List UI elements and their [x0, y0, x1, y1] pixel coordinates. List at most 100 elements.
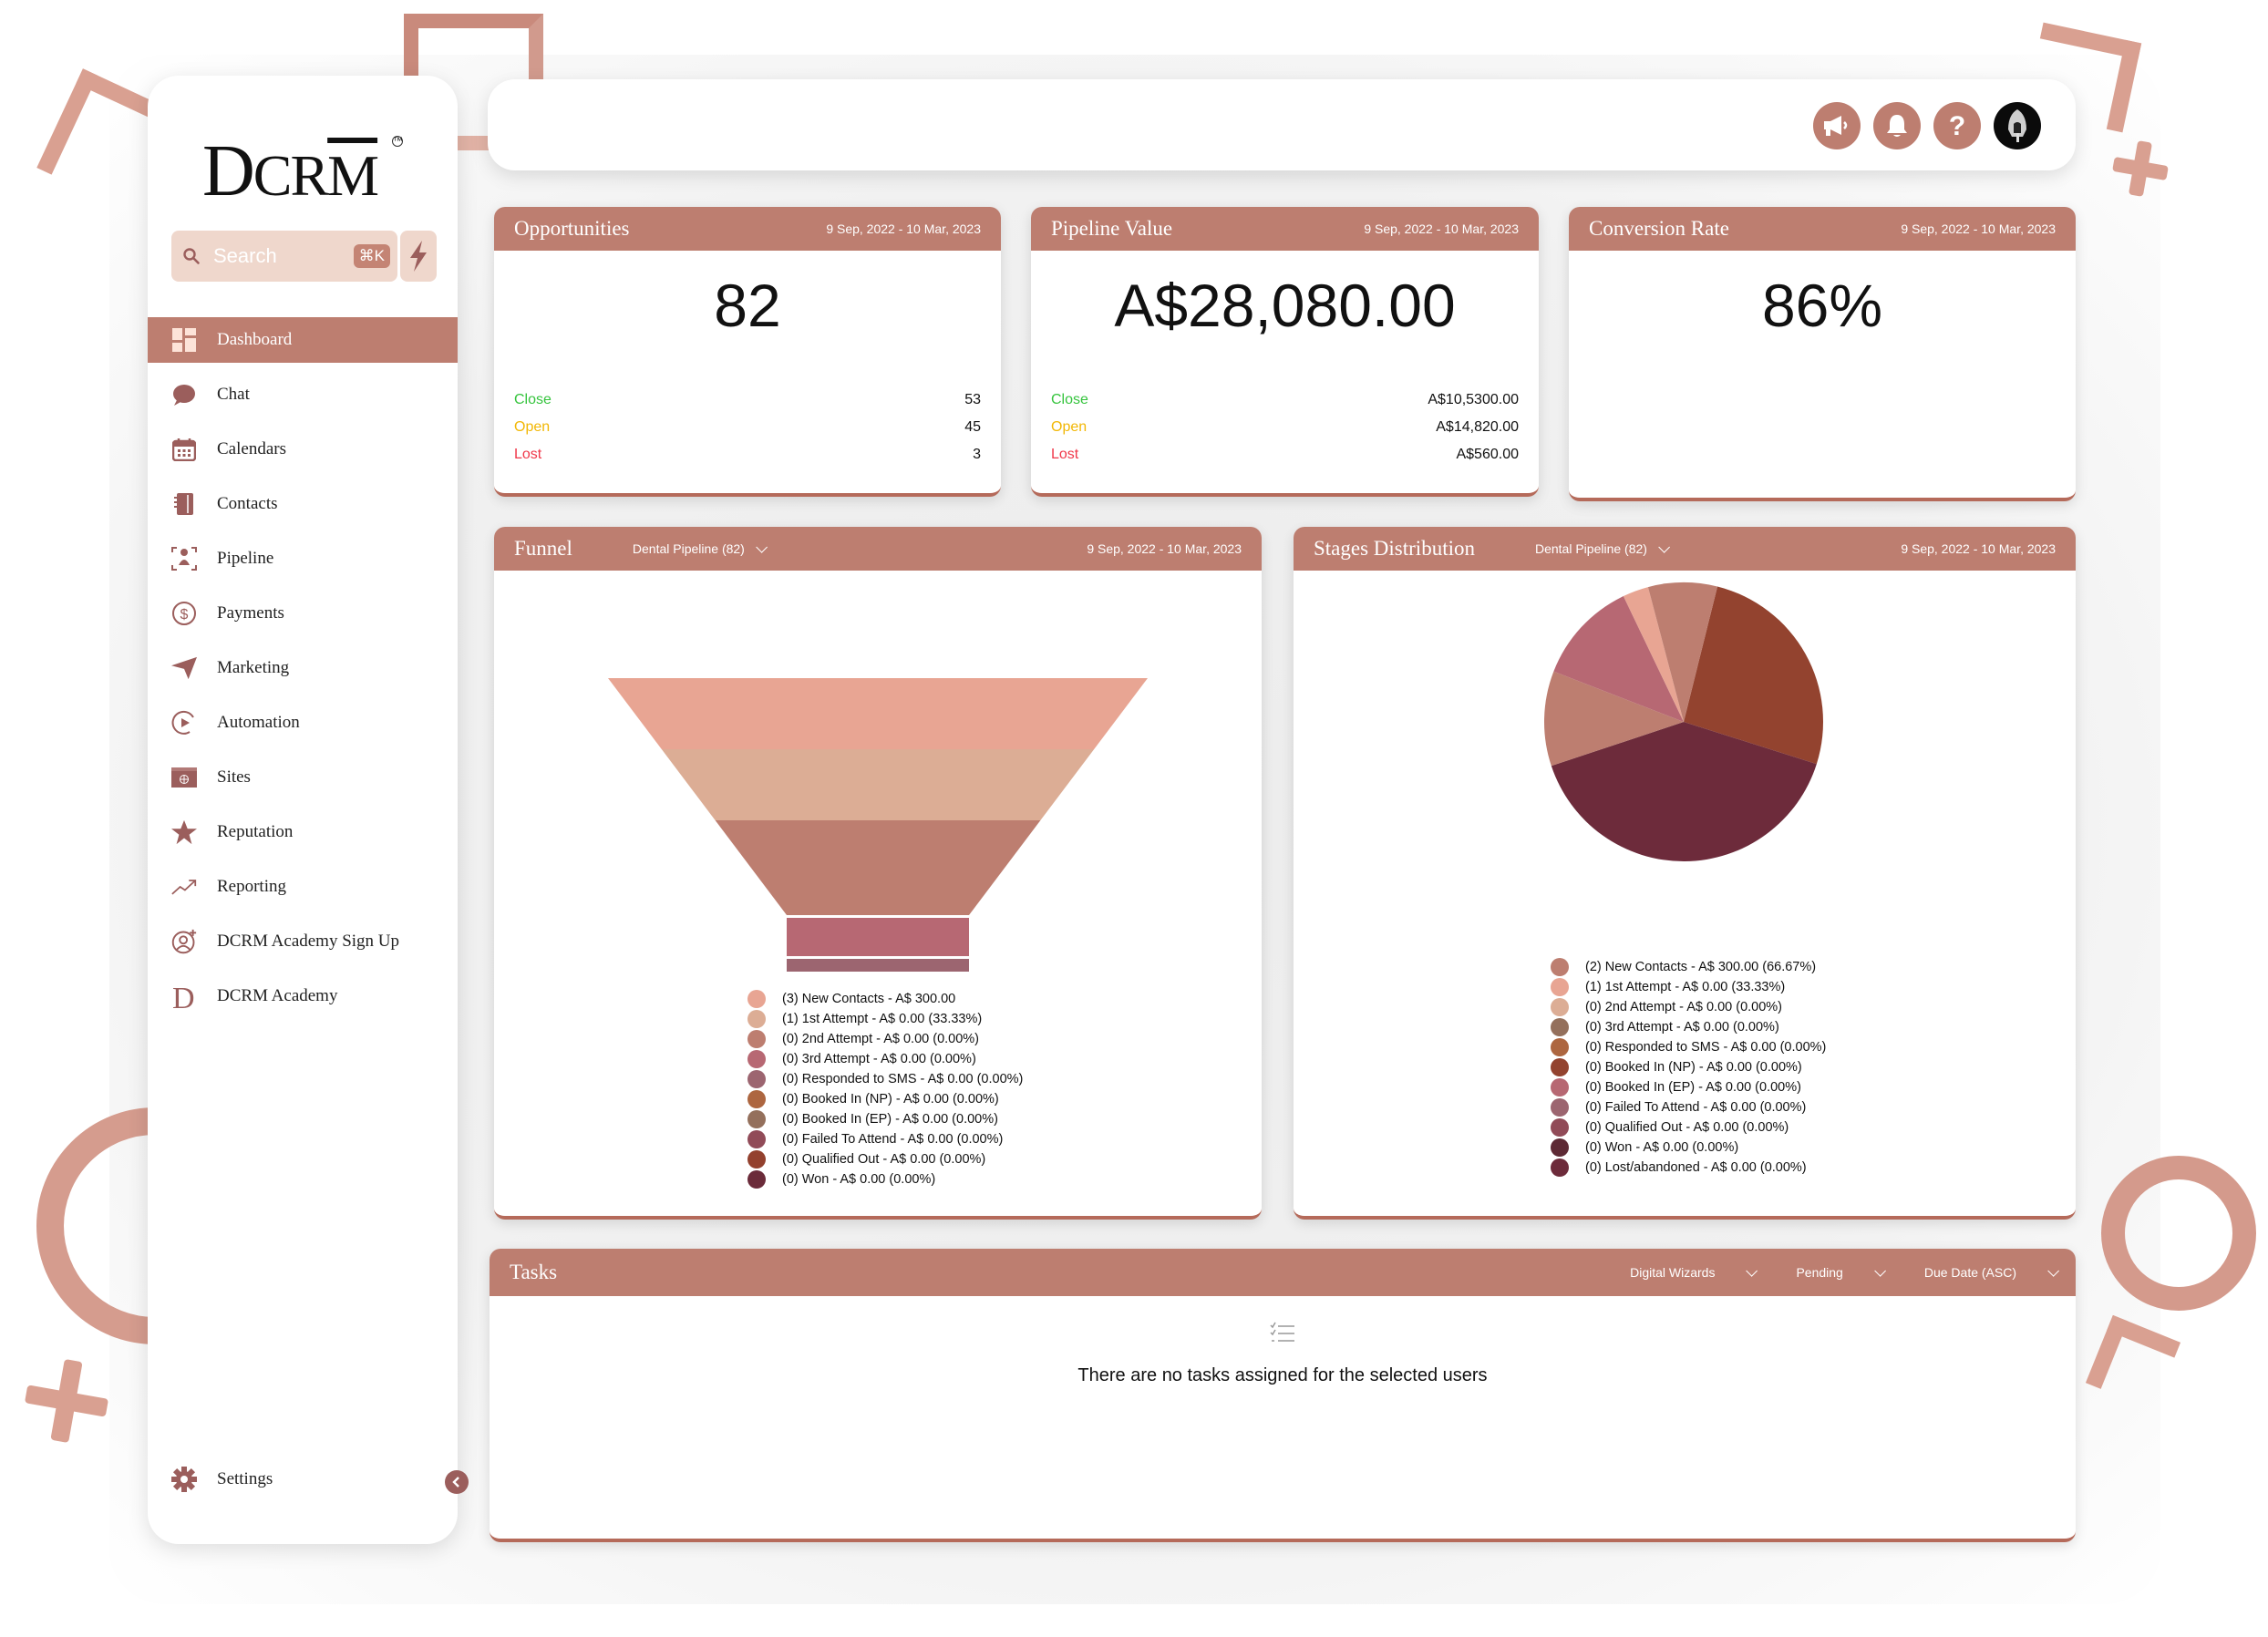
legend-item[interactable]: (0) Qualified Out - A$ 0.00 (0.00%) — [1551, 1117, 1826, 1138]
pie-chart — [1544, 582, 1823, 862]
search-placeholder: Search — [213, 244, 277, 267]
legend-swatch — [747, 1070, 766, 1088]
legend-label: (0) 2nd Attempt - A$ 0.00 (0.00%) — [1585, 1000, 1783, 1014]
date-range[interactable]: 9 Sep, 2022 - 10 Mar, 2023 — [1364, 221, 1519, 236]
sidebar-item-dashboard[interactable]: Dashboard — [148, 317, 458, 363]
legend-swatch — [747, 1090, 766, 1108]
sidebar-item-reputation[interactable]: Reputation — [148, 809, 458, 855]
legend-swatch — [1551, 978, 1569, 996]
sidebar-item-label: Pipeline — [217, 549, 274, 568]
legend-item[interactable]: (0) Booked In (EP) - A$ 0.00 (0.00%) — [1551, 1077, 1826, 1097]
card-title: Stages Distribution — [1314, 537, 1475, 560]
pipeline-select-value: Dental Pipeline (82) — [632, 541, 745, 556]
sidebar-item-label: DCRM Academy — [217, 986, 338, 1005]
filter-value: Digital Wizards — [1630, 1265, 1716, 1280]
legend-item[interactable]: (0) Lost/abandoned - A$ 0.00 (0.00%) — [1551, 1158, 1826, 1178]
date-range[interactable]: 9 Sep, 2022 - 10 Mar, 2023 — [1087, 541, 1242, 556]
pipeline-select[interactable]: Dental Pipeline (82) — [1535, 541, 1670, 556]
legend-item[interactable]: (0) Failed To Attend - A$ 0.00 (0.00%) — [1551, 1097, 1826, 1117]
sidebar-item-academy[interactable]: D DCRM Academy — [148, 973, 458, 1019]
legend-item[interactable]: (0) Won - A$ 0.00 (0.00%) — [1551, 1138, 1826, 1158]
legend-item[interactable]: (1) 1st Attempt - A$ 0.00 (33.33%) — [1551, 977, 1826, 997]
conversion-rate-card: Conversion Rate 9 Sep, 2022 - 10 Mar, 20… — [1569, 207, 2076, 501]
pipeline-select[interactable]: Dental Pipeline (82) — [632, 541, 768, 556]
logo-letter: R — [290, 143, 329, 208]
announcements-button[interactable] — [1813, 102, 1861, 149]
quick-actions-button[interactable] — [400, 231, 437, 282]
sidebar-item-sites[interactable]: Sites — [148, 755, 458, 800]
collapse-sidebar-button[interactable] — [445, 1470, 469, 1494]
notifications-button[interactable] — [1873, 102, 1921, 149]
funnel-segment[interactable] — [787, 918, 969, 956]
card-title: Opportunities — [514, 217, 630, 240]
legend-item[interactable]: (0) 2nd Attempt - A$ 0.00 (0.00%) — [1551, 997, 1826, 1017]
legend-label: (0) Won - A$ 0.00 (0.00%) — [1585, 1140, 1739, 1155]
date-range[interactable]: 9 Sep, 2022 - 10 Mar, 2023 — [1901, 541, 2056, 556]
sort-select[interactable]: Due Date (ASC) — [1924, 1264, 2059, 1280]
legend-item[interactable]: (2) New Contacts - A$ 300.00 (66.67%) — [1551, 957, 1826, 977]
search-input[interactable]: Search ⌘K — [171, 231, 397, 282]
legend-item[interactable]: (0) Qualified Out - A$ 0.00 (0.00%) — [747, 1149, 1023, 1169]
legend-swatch — [1551, 1098, 1569, 1117]
stat-label: Lost — [1051, 447, 1079, 462]
sidebar-item-label: Reporting — [217, 877, 286, 896]
stat-label: Close — [514, 392, 552, 407]
dashboard-icon — [171, 327, 197, 353]
logo-letter: M — [327, 143, 379, 208]
legend-item[interactable]: (0) Booked In (EP) - A$ 0.00 (0.00%) — [747, 1109, 1023, 1129]
sidebar-item-settings[interactable]: Settings — [148, 1457, 458, 1502]
legend-item[interactable]: (0) Booked In (NP) - A$ 0.00 (0.00%) — [747, 1089, 1023, 1109]
legend-swatch — [747, 1050, 766, 1068]
legend-item[interactable]: (0) Failed To Attend - A$ 0.00 (0.00%) — [747, 1129, 1023, 1149]
task-filters: Digital Wizards Pending Due Date (ASC) — [1630, 1264, 2059, 1280]
funnel-segment[interactable] — [787, 959, 969, 972]
sidebar-item-calendars[interactable]: Calendars — [148, 427, 458, 472]
sidebar-item-automation[interactable]: Automation — [148, 700, 458, 746]
sidebar-item-label: Payments — [217, 603, 284, 623]
user-avatar[interactable] — [1994, 102, 2041, 149]
card-header: Conversion Rate 9 Sep, 2022 - 10 Mar, 20… — [1569, 207, 2076, 251]
legend-item[interactable]: (0) Responded to SMS - A$ 0.00 (0.00%) — [747, 1069, 1023, 1089]
gear-icon — [171, 1467, 197, 1492]
legend-swatch — [1551, 1158, 1569, 1177]
stat-value: 45 — [964, 419, 981, 435]
sidebar-item-marketing[interactable]: Marketing — [148, 645, 458, 691]
sidebar-item-contacts[interactable]: Contacts — [148, 481, 458, 527]
legend-swatch — [747, 1110, 766, 1128]
sidebar-item-chat[interactable]: Chat — [148, 372, 458, 417]
date-range[interactable]: 9 Sep, 2022 - 10 Mar, 2023 — [826, 221, 981, 236]
legend-item[interactable]: (0) Responded to SMS - A$ 0.00 (0.00%) — [1551, 1037, 1826, 1057]
sidebar-item-label: Reputation — [217, 822, 294, 841]
sidebar-item-label: Contacts — [217, 494, 278, 513]
legend-item[interactable]: (0) 2nd Attempt - A$ 0.00 (0.00%) — [747, 1029, 1023, 1049]
user-add-icon — [171, 929, 197, 954]
decorative-ring — [2101, 1156, 2256, 1311]
legend-item[interactable]: (0) 3rd Attempt - A$ 0.00 (0.00%) — [747, 1049, 1023, 1069]
funnel-segment[interactable] — [608, 678, 1148, 749]
funnel-segment[interactable] — [715, 820, 1041, 915]
legend-item[interactable]: (0) Booked In (NP) - A$ 0.00 (0.00%) — [1551, 1057, 1826, 1077]
card-header: Tasks Digital Wizards Pending Due Date (… — [490, 1249, 2076, 1296]
legend-item[interactable]: (3) New Contacts - A$ 300.00 — [747, 989, 1023, 1009]
date-range[interactable]: 9 Sep, 2022 - 10 Mar, 2023 — [1901, 221, 2056, 236]
legend-label: (0) Won - A$ 0.00 (0.00%) — [782, 1172, 936, 1187]
sidebar-item-payments[interactable]: $ Payments — [148, 591, 458, 636]
legend-item[interactable]: (1) 1st Attempt - A$ 0.00 (33.33%) — [747, 1009, 1023, 1029]
legend-swatch — [1551, 958, 1569, 976]
user-filter-select[interactable]: Digital Wizards — [1630, 1264, 1758, 1280]
play-circle-icon — [171, 710, 197, 736]
sidebar-nav: Dashboard Chat Calendars Contacts Pipeli… — [148, 317, 458, 1028]
help-button[interactable]: ? — [1933, 102, 1981, 149]
funnel-segment[interactable] — [661, 749, 1095, 820]
status-filter-select[interactable]: Pending — [1796, 1264, 1886, 1280]
legend-label: (0) Failed To Attend - A$ 0.00 (0.00%) — [1585, 1100, 1807, 1115]
legend-swatch — [1551, 1018, 1569, 1036]
sidebar-item-academy-sign-up[interactable]: DCRM Academy Sign Up — [148, 919, 458, 964]
dcrm-logo[interactable]: DCRM ™ — [202, 130, 421, 231]
legend-item[interactable]: (0) 3rd Attempt - A$ 0.00 (0.00%) — [1551, 1017, 1826, 1037]
sidebar-item-pipeline[interactable]: Pipeline — [148, 536, 458, 582]
legend-item[interactable]: (0) Won - A$ 0.00 (0.00%) — [747, 1169, 1023, 1189]
legend-label: (0) 3rd Attempt - A$ 0.00 (0.00%) — [1585, 1020, 1779, 1035]
sidebar-item-reporting[interactable]: Reporting — [148, 864, 458, 910]
card-title: Pipeline Value — [1051, 217, 1173, 240]
